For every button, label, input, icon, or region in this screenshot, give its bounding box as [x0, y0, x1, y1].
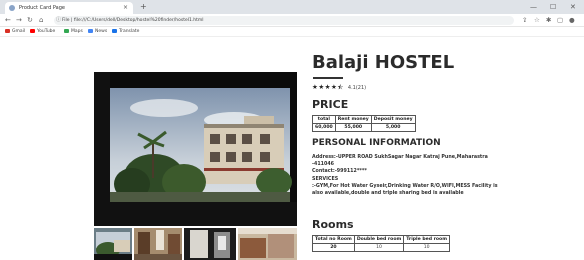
home-icon[interactable]: ⌂: [39, 15, 43, 26]
title-underline: [313, 77, 343, 79]
rooms-header-total: Total no Room: [312, 235, 355, 244]
close-tab-icon[interactable]: ×: [123, 2, 128, 14]
rooms-header-triple: Triple bed room: [403, 235, 450, 244]
thumbnail-2[interactable]: [134, 228, 182, 260]
bookmarks-bar: Gmail YouTube Maps News Translate: [0, 27, 584, 37]
url-text: File | file:///C:/Users/dell/Desktop/hos…: [62, 18, 204, 23]
thumbnail-image-2: [134, 228, 182, 260]
thumbnail-3[interactable]: [184, 228, 236, 260]
back-icon[interactable]: ←: [5, 15, 11, 26]
browser-tab[interactable]: Product Card Page ×: [5, 2, 133, 14]
translate-icon: [112, 28, 117, 33]
hostel-main-photo: [94, 72, 297, 226]
thumbnail-strip: [94, 228, 297, 260]
browser-tab-bar: Product Card Page × + — ☐ ✕: [0, 0, 584, 14]
thumbnail-image-3: [184, 228, 236, 260]
bookmark-star-icon[interactable]: ☆: [534, 15, 540, 26]
sidebar-icon[interactable]: ▢: [557, 15, 563, 26]
table-row: 20 10 10: [312, 243, 450, 252]
price-header-total: total: [312, 115, 336, 124]
maps-icon: [64, 28, 69, 33]
url-input[interactable]: ⓘ File | file:///C:/Users/dell/Desktop/h…: [54, 16, 514, 25]
hostel-building-image: [94, 72, 297, 226]
favicon-icon: [9, 5, 15, 11]
price-deposit-value: 5,000: [370, 123, 416, 132]
new-tab-button[interactable]: +: [140, 2, 147, 12]
rooms-heading: Rooms: [312, 218, 354, 231]
price-heading: PRICE: [312, 98, 349, 111]
news-icon: [88, 28, 93, 33]
rooms-double-value: 10: [353, 243, 405, 252]
gmail-icon: [5, 28, 10, 33]
price-table: total Rent money Deposit money 60,000 55…: [312, 115, 416, 132]
bookmark-gmail[interactable]: Gmail: [5, 28, 25, 36]
bookmark-news[interactable]: News: [88, 28, 107, 36]
thumbnail-image-4: [238, 228, 297, 260]
rooms-header-double: Double bed room: [353, 235, 405, 244]
rooms-table: Total no Room Double bed room Triple bed…: [312, 235, 450, 252]
bookmark-translate[interactable]: Translate: [112, 28, 139, 36]
address-bar-row: ← → ↻ ⌂ ⓘ File | file:///C:/Users/dell/D…: [0, 14, 584, 27]
thumbnail-4[interactable]: [238, 228, 297, 260]
rooms-total-value: 20: [312, 243, 355, 252]
rating-count: 4.1(21): [347, 85, 367, 91]
services-text: :-GYM,For Hot Water Gyseir,Drinking Wate…: [312, 183, 498, 197]
price-total-value: 60,000: [312, 123, 336, 132]
price-header-deposit: Deposit money: [370, 115, 416, 124]
services-label: SERVICES: [312, 176, 339, 182]
thumbnail-1[interactable]: [94, 228, 132, 260]
bookmark-youtube[interactable]: YouTube: [30, 28, 55, 36]
thumbnail-image-1: [94, 228, 132, 260]
extensions-icon[interactable]: ✱: [546, 15, 551, 26]
address-text: Address:-UPPER ROAD SukhSagar Nagar Katr…: [312, 155, 488, 168]
rating-row: ★★★★⯪ 4.1(21): [312, 83, 366, 94]
price-rent-value: 55,000: [334, 123, 372, 132]
reload-icon[interactable]: ↻: [27, 15, 33, 26]
price-header-rent: Rent money: [334, 115, 372, 124]
close-window-icon[interactable]: ✕: [570, 2, 576, 12]
hostel-title: Balaji HOSTEL: [312, 52, 455, 73]
table-row: Total no Room Double bed room Triple bed…: [312, 235, 450, 244]
star-rating-icon: ★★★★⯪: [312, 83, 344, 91]
youtube-icon: [30, 28, 35, 33]
tab-title: Product Card Page: [19, 5, 65, 11]
table-row: 60,000 55,000 5,000: [312, 123, 416, 132]
table-row: total Rent money Deposit money: [312, 115, 416, 124]
info-icon: ⓘ: [56, 17, 62, 23]
bookmark-maps[interactable]: Maps: [64, 28, 83, 36]
profile-icon[interactable]: ●: [569, 15, 575, 26]
maximize-icon[interactable]: ☐: [550, 2, 556, 12]
rooms-triple-value: 10: [403, 243, 450, 252]
minimize-icon[interactable]: —: [530, 2, 537, 12]
share-icon[interactable]: ⇪: [522, 15, 527, 26]
personal-info-heading: PERSONAL INFORMATION: [312, 138, 441, 148]
forward-icon[interactable]: →: [16, 15, 22, 26]
personal-info-text: Address:-UPPER ROAD SukhSagar Nagar Katr…: [312, 154, 500, 197]
contact-text: Contact:-999112****: [312, 169, 367, 175]
